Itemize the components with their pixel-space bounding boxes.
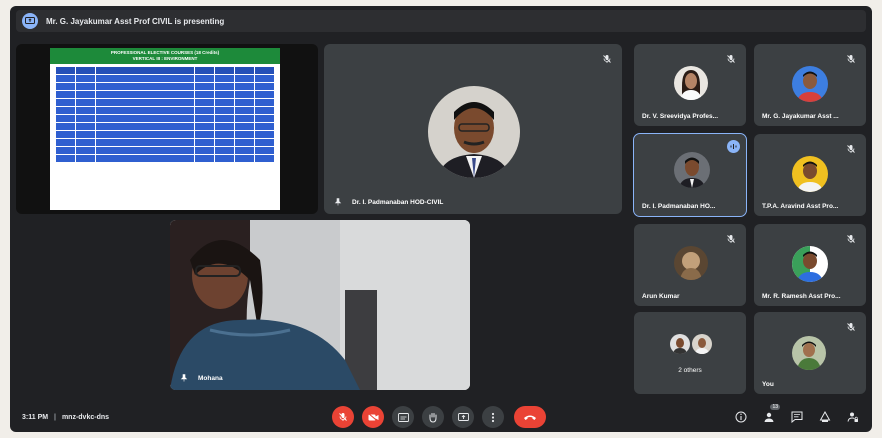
presentation-tile[interactable]: PROFESSIONAL ELECTIVE COURSES (18 Credit… [16,44,318,214]
tile-aravind[interactable]: T.P.A. Aravind Asst Pro... [754,134,866,216]
participant-count-badge: 13 [770,404,780,410]
meeting-details-button[interactable] [734,410,748,424]
camera-toggle-button[interactable] [362,406,384,428]
presenting-text: Mr. G. Jayakumar Asst Prof CIVIL is pres… [46,16,225,26]
label-ramesh: Mr. R. Ramesh Asst Pro... [762,293,841,300]
people-icon [764,412,774,422]
label-jayakumar: Mr. G. Jayakumar Asst ... [762,113,839,120]
tile-jayakumar[interactable]: Mr. G. Jayakumar Asst ... [754,44,866,126]
label-you: You [762,381,774,388]
label-main-speaker: Dr. I. Padmanaban HOD-CIVIL [334,198,443,206]
label-sreevidya: Dr. V. Sreevidya Profes... [642,113,718,120]
activities-icon [819,411,831,422]
slide-header: PROFESSIONAL ELECTIVE COURSES (18 Credit… [50,48,280,64]
mic-off-icon [847,145,855,153]
mohana-video [170,220,470,390]
control-bar: 3:11 PM | mnz-dvkc-dns 13 [10,402,872,432]
avatar-other-2 [692,334,712,354]
tile-others[interactable]: 2 others [634,312,746,394]
presenting-banner: Mr. G. Jayakumar Asst Prof CIVIL is pres… [16,10,866,32]
avatar-main-speaker [428,86,520,178]
meet-window: Mr. G. Jayakumar Asst Prof CIVIL is pres… [10,6,872,432]
main-speaker-tile[interactable]: Dr. I. Padmanaban HOD-CIVIL [324,44,622,214]
avatar-aravind [792,156,828,192]
tile-arun[interactable]: Arun Kumar [634,224,746,306]
mic-off-icon [727,235,735,243]
hang-up-icon [524,415,536,420]
captions-icon [397,412,409,422]
label-mohana: Mohana [180,374,223,382]
info-icon [735,411,747,423]
mic-off-icon [847,235,855,243]
leave-call-button[interactable] [514,406,546,428]
camera-off-icon [367,412,378,422]
captions-button[interactable] [392,406,414,428]
more-options-button[interactable] [482,406,504,428]
label-aravind: T.P.A. Aravind Asst Pro... [762,203,839,210]
mic-toggle-button[interactable] [332,406,354,428]
pin-icon [334,198,342,206]
slide-content: PROFESSIONAL ELECTIVE COURSES (18 Credit… [50,48,280,210]
people-button[interactable]: 13 [762,404,780,424]
mic-off-icon [727,55,735,63]
mic-off-icon [603,55,611,63]
tile-ramesh[interactable]: Mr. R. Ramesh Asst Pro... [754,224,866,306]
avatar-padmanaban-small [674,152,710,188]
present-screen-icon [457,412,469,421]
mic-off-icon [847,323,855,331]
label-others: 2 others [678,367,702,374]
tile-sreevidya[interactable]: Dr. V. Sreevidya Profes... [634,44,746,126]
activities-button[interactable] [818,410,832,424]
present-screen-icon [22,13,38,29]
avatar-sreevidya [674,66,708,100]
mic-off-icon [339,413,347,421]
mic-off-icon [847,55,855,63]
meeting-time: 3:11 PM [22,413,49,421]
avatar-jayakumar [792,66,828,102]
speaking-indicator-icon [727,140,740,153]
lock-person-icon [847,412,858,422]
avatar-you [792,336,826,370]
avatar-ramesh [792,246,828,282]
raise-hand-button[interactable] [422,406,444,428]
chat-button[interactable] [790,410,804,424]
more-vert-icon [491,412,495,422]
host-controls-button[interactable] [846,410,860,424]
avatar-arun [674,246,708,280]
present-now-button[interactable] [452,406,474,428]
slide-table [54,66,276,163]
chat-icon [791,411,803,423]
meeting-code: mnz-dvkc-dns [61,413,110,421]
tile-you[interactable]: You [754,312,866,394]
mohana-video-tile[interactable]: Mohana [170,220,470,390]
label-padmanaban-small: Dr. I. Padmanaban HO... [642,203,716,210]
tile-padmanaban-small[interactable]: Dr. I. Padmanaban HO... [633,133,747,217]
hand-icon [429,412,437,423]
slide-subtitle: VERTICAL III : ENVIRONMENT [132,56,198,61]
avatar-other-1 [670,334,690,354]
label-arun: Arun Kumar [642,293,680,300]
meeting-info: 3:11 PM | mnz-dvkc-dns [22,413,110,421]
pin-icon [180,374,188,382]
